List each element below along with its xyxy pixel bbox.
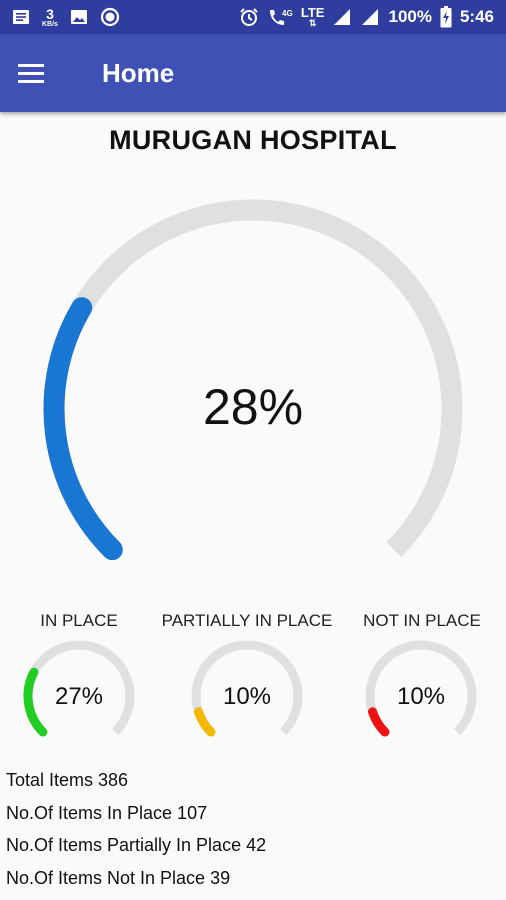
stats-list: Total Items 386 No.Of Items In Place 107… <box>6 765 266 895</box>
partially-in-place-percent: 10% <box>222 683 272 710</box>
volte-call-icon: 4G <box>267 7 293 27</box>
items-not-in-place: No.Of Items Not In Place 39 <box>6 867 231 888</box>
app-bar: Home <box>0 34 506 112</box>
network-label: 4G <box>282 9 293 18</box>
menu-icon-line <box>18 79 44 83</box>
in-place-percent: 27% <box>54 683 104 710</box>
not-in-place-gauge-fill <box>368 707 390 737</box>
items-in-place: No.Of Items In Place 107 <box>6 802 208 823</box>
status-bar: 3 KB/s 4G LTE ⇅ 100% 5:46 <box>0 0 506 34</box>
lte-icon: LTE ⇅ <box>300 5 325 28</box>
page-title: Home <box>102 58 175 88</box>
partially-in-place-label: PARTIALLY IN PLACE <box>161 611 333 630</box>
record-icon <box>100 7 120 27</box>
network-speed-unit: KB/s <box>42 20 58 28</box>
overall-progress-gauge <box>43 199 463 560</box>
clock: 5:46 <box>459 7 494 26</box>
not-in-place-percent: 10% <box>396 683 446 710</box>
partially-in-place-gauge-fill <box>194 707 216 737</box>
battery-charging-icon <box>440 6 452 28</box>
network-speed: 3 KB/s <box>42 7 58 28</box>
menu-icon-line <box>18 63 44 67</box>
notification-icon <box>12 8 30 26</box>
items-partially-in-place: No.Of Items Partially In Place 42 <box>6 835 267 855</box>
not-in-place-label: NOT IN PLACE <box>363 611 481 630</box>
total-items: Total Items 386 <box>6 770 129 790</box>
signal-icon-2 <box>360 7 380 27</box>
alarm-icon <box>239 7 259 27</box>
menu-button[interactable] <box>18 56 58 90</box>
battery-percent: 100% <box>388 7 432 26</box>
in-place-label: IN PLACE <box>40 611 118 630</box>
signal-icon <box>332 7 352 27</box>
hospital-name: MURUGAN HOSPITAL <box>109 125 397 155</box>
image-icon <box>70 8 88 26</box>
menu-icon-line <box>18 71 44 75</box>
overall-percent: 28% <box>202 379 304 435</box>
network-speed-value: 3 <box>46 5 54 22</box>
